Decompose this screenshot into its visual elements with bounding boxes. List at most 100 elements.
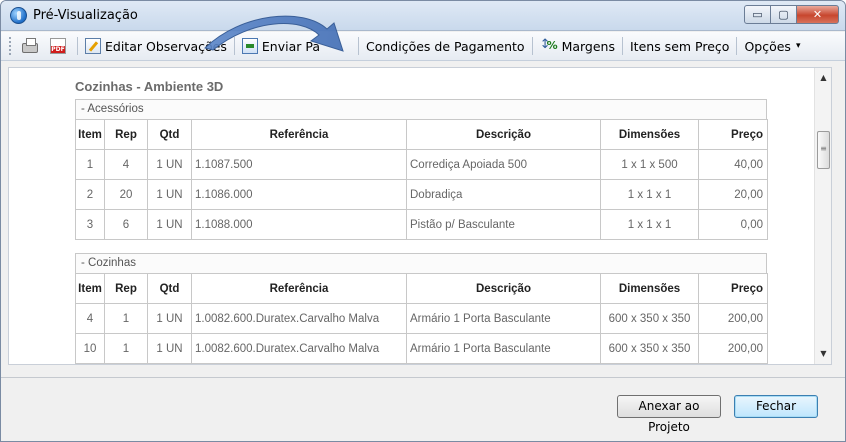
minimize-button[interactable]: ▭ — [744, 5, 771, 24]
section-title: Cozinhas - Ambiente 3D — [75, 79, 224, 94]
options-menu-button[interactable]: Opções ▾ — [740, 35, 804, 57]
group-accessories: - Acessórios Item Rep Qtd Referência Des… — [75, 99, 768, 240]
group-kitchens: - Cozinhas Item Rep Qtd Referência Descr… — [75, 253, 768, 364]
cell-dimensions: 1 x 1 x 500 — [600, 149, 699, 180]
toolbar-separator — [233, 37, 235, 55]
margins-button[interactable]: Margens — [536, 35, 619, 57]
table-row: 3 6 1 UN 1.1088.000 Pistão p/ Basculante… — [75, 209, 768, 240]
pdf-icon — [50, 38, 66, 54]
scrollbar-thumb[interactable]: ≡ — [817, 131, 830, 169]
app-icon — [10, 7, 27, 24]
table-row: 10 1 1 UN 1.0082.600.Duratex.Carvalho Ma… — [75, 333, 768, 364]
cell-dimensions: 1 x 1 x 1 — [600, 179, 699, 210]
column-header: Qtd — [147, 273, 192, 304]
cell-price: 200,00 — [698, 333, 768, 364]
items-without-price-button[interactable]: Itens sem Preço — [626, 35, 733, 57]
cell-price: 200,00 — [698, 303, 768, 334]
send-button[interactable]: Enviar Pa — [238, 35, 324, 57]
table-header-row: Item Rep Qtd Referência Descrição Dimens… — [75, 273, 768, 304]
margins-label: Margens — [561, 38, 615, 54]
toolbar-separator — [357, 37, 359, 55]
cell-reference: 1.1086.000 — [191, 179, 407, 210]
cell-description: Dobradiça — [406, 179, 601, 210]
toolbar-separator — [736, 37, 738, 55]
column-header: Preço — [698, 119, 768, 150]
cell-qty: 1 UN — [147, 209, 192, 240]
cell-dimensions: 600 x 350 x 350 — [600, 333, 699, 364]
close-button[interactable]: Fechar — [734, 395, 818, 418]
close-window-button[interactable]: ✕ — [796, 5, 839, 24]
toolbar: Editar Observações Enviar Pa Condições d… — [1, 32, 845, 61]
cell-qty: 1 UN — [147, 303, 192, 334]
send-label: Enviar Pa — [261, 38, 320, 54]
items-table: Item Rep Qtd Referência Descrição Dimens… — [75, 273, 768, 364]
column-header: Item — [75, 273, 105, 304]
cell-price: 0,00 — [698, 209, 768, 240]
vertical-scrollbar[interactable]: ▲ ≡ ▼ — [814, 68, 831, 364]
items-without-price-label: Itens sem Preço — [630, 38, 730, 54]
column-header: Referência — [191, 119, 407, 150]
table-row: 4 1 1 UN 1.0082.600.Duratex.Carvalho Mal… — [75, 303, 768, 334]
cell-price: 40,00 — [698, 149, 768, 180]
cell-rep: 4 — [104, 149, 148, 180]
cell-qty: 1 UN — [147, 179, 192, 210]
column-header: Preço — [698, 273, 768, 304]
cell-rep: 6 — [104, 209, 148, 240]
column-header: Rep — [104, 119, 148, 150]
cell-description: Armário 1 Porta Basculante — [406, 333, 601, 364]
cell-reference: 1.1088.000 — [191, 209, 407, 240]
attach-to-project-button[interactable]: Anexar ao Projeto — [617, 395, 721, 434]
preview-area[interactable]: Cozinhas - Ambiente 3D - Acessórios Item… — [8, 67, 832, 365]
cell-description: Pistão p/ Basculante — [406, 209, 601, 240]
table-header-row: Item Rep Qtd Referência Descrição Dimens… — [75, 119, 768, 150]
cell-dimensions: 1 x 1 x 1 — [600, 209, 699, 240]
pdf-button[interactable] — [46, 35, 74, 57]
items-table: Item Rep Qtd Referência Descrição Dimens… — [75, 119, 768, 240]
toolbar-grip[interactable] — [9, 37, 12, 55]
chevron-down-icon: ▾ — [795, 41, 801, 51]
column-header: Descrição — [406, 119, 601, 150]
margins-icon — [540, 37, 558, 54]
edit-notes-label: Editar Observações — [105, 38, 227, 54]
cell-rep: 1 — [104, 303, 148, 334]
cell-reference: 1.1087.500 — [191, 149, 407, 180]
toolbar-separator — [77, 37, 78, 55]
cell-rep: 1 — [104, 333, 148, 364]
print-button[interactable] — [18, 35, 46, 57]
preview-window: Pré-Visualização ▭ ▢ ✕ Editar Observaçõe… — [0, 0, 846, 442]
cell-item: 4 — [75, 303, 105, 334]
cell-description: Corrediça Apoiada 500 — [406, 149, 601, 180]
column-header: Dimensões — [600, 119, 699, 150]
toolbar-separator — [622, 37, 623, 55]
group-title: - Cozinhas — [75, 253, 767, 273]
cell-reference: 1.0082.600.Duratex.Carvalho Malva — [191, 333, 407, 364]
cell-item: 3 — [75, 209, 105, 240]
column-header: Item — [75, 119, 105, 150]
payment-terms-button[interactable]: Condições de Pagamento — [362, 35, 529, 57]
payment-terms-label: Condições de Pagamento — [365, 38, 525, 54]
scroll-up-arrow-icon[interactable]: ▲ — [815, 70, 831, 86]
cell-qty: 1 UN — [147, 333, 192, 364]
cell-reference: 1.0082.600.Duratex.Carvalho Malva — [191, 303, 407, 334]
toolbar-separator — [531, 37, 533, 55]
send-icon — [241, 38, 258, 54]
column-header: Qtd — [147, 119, 192, 150]
edit-icon — [85, 38, 101, 54]
title-bar[interactable]: Pré-Visualização ▭ ▢ ✕ — [1, 1, 845, 31]
cell-qty: 1 UN — [147, 149, 192, 180]
cell-rep: 20 — [104, 179, 148, 210]
table-row: 1 4 1 UN 1.1087.500 Corrediça Apoiada 50… — [75, 149, 768, 180]
table-row: 2 20 1 UN 1.1086.000 Dobradiça 1 x 1 x 1… — [75, 179, 768, 210]
window-title: Pré-Visualização — [33, 8, 138, 23]
column-header: Referência — [191, 273, 407, 304]
scroll-down-arrow-icon[interactable]: ▼ — [815, 346, 831, 362]
edit-notes-button[interactable]: Editar Observações — [81, 35, 231, 57]
cell-item: 10 — [75, 333, 105, 364]
column-header: Rep — [104, 273, 148, 304]
cell-dimensions: 600 x 350 x 350 — [600, 303, 699, 334]
footer-divider — [1, 377, 845, 378]
maximize-button[interactable]: ▢ — [770, 5, 797, 24]
cell-item: 1 — [75, 149, 105, 180]
options-label: Opções — [744, 38, 791, 54]
group-title: - Acessórios — [75, 99, 767, 119]
